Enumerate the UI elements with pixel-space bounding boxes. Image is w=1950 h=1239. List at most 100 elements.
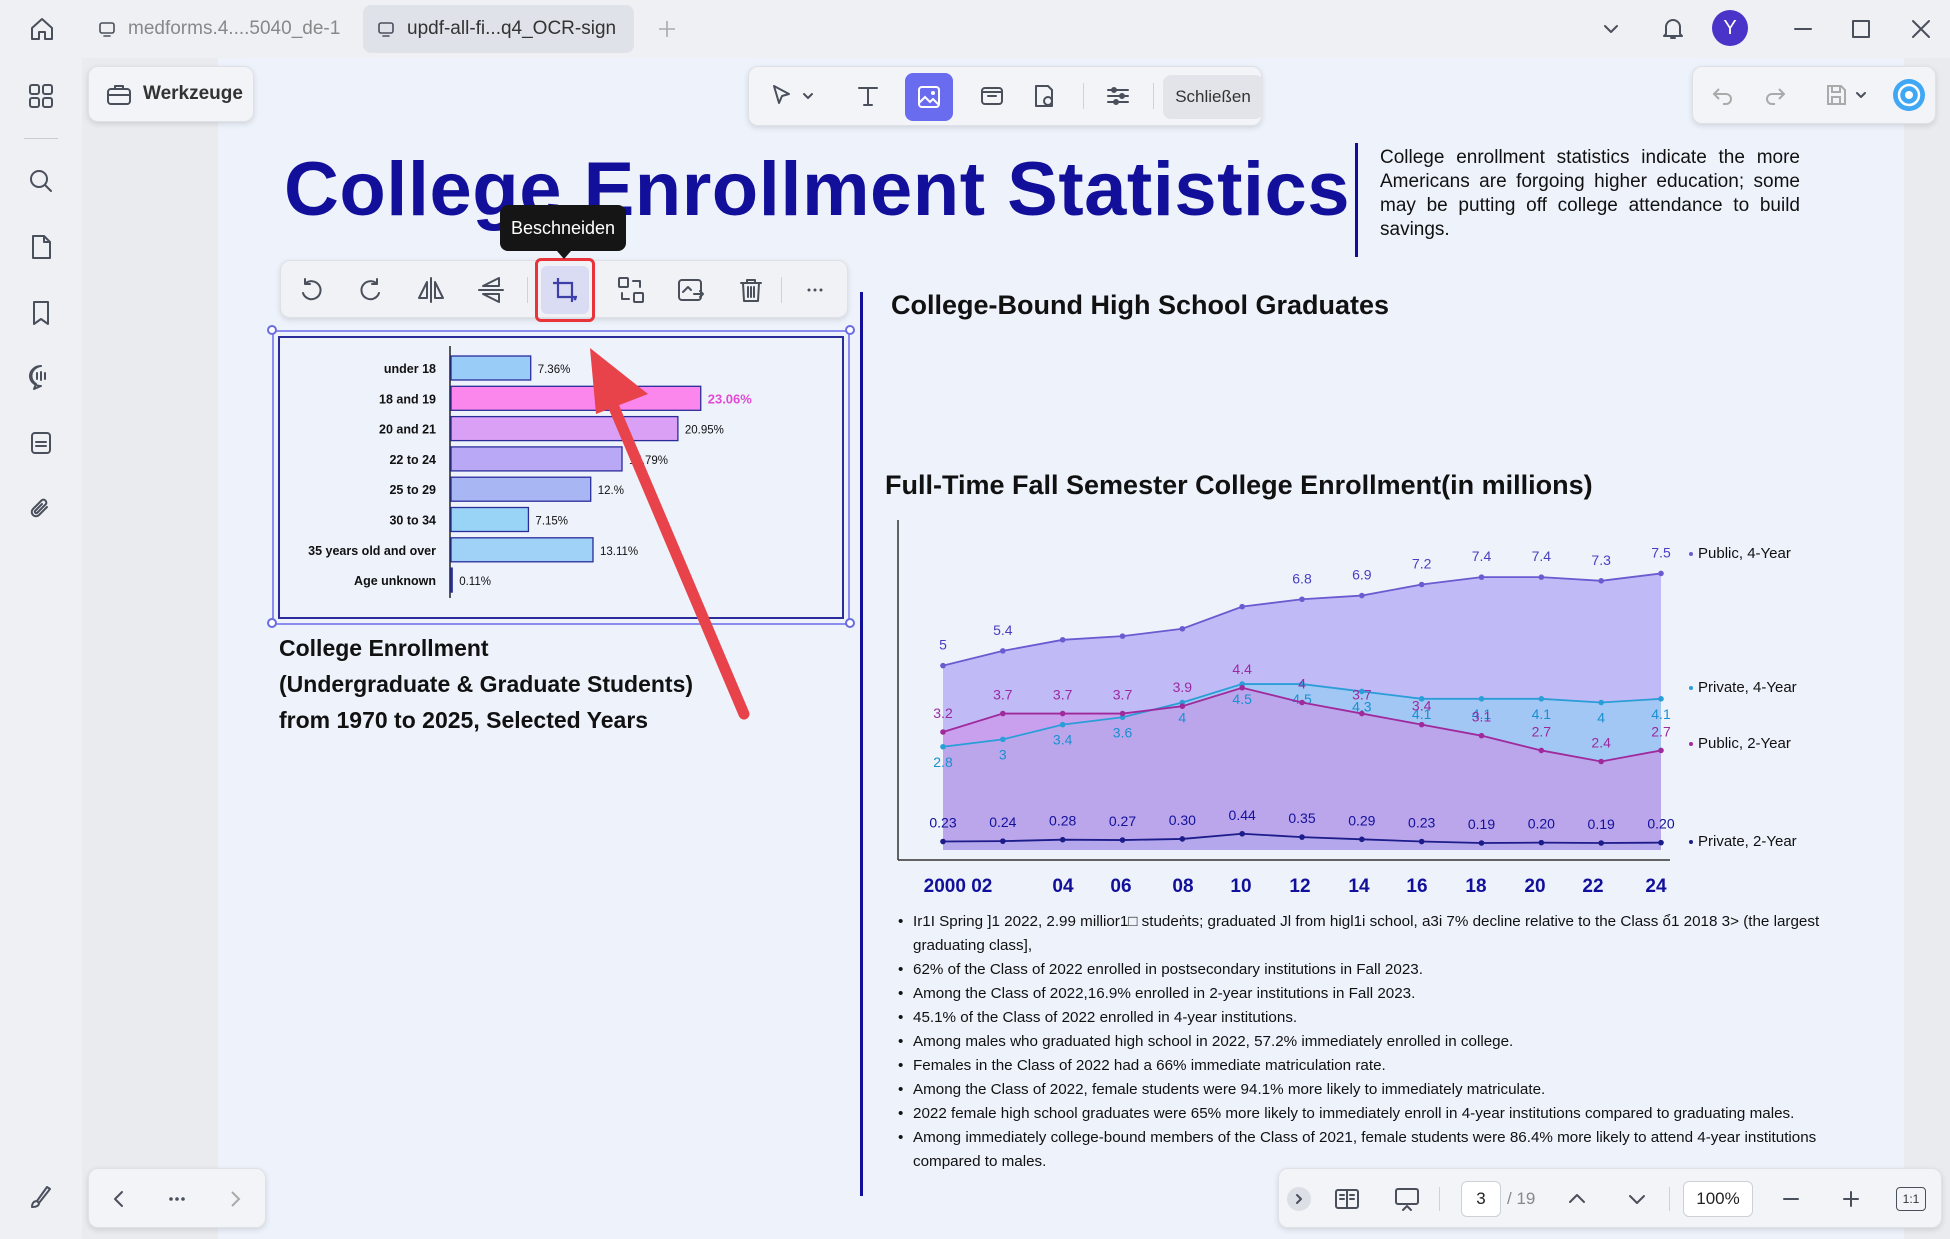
grid-icon [29, 84, 53, 108]
data-label: 4.4 [1232, 661, 1252, 677]
watermark-tool-button[interactable] [1021, 75, 1067, 117]
rotate-left-button[interactable] [289, 269, 333, 311]
presentation-button[interactable] [1387, 1179, 1427, 1219]
zoom-in-button[interactable] [1833, 1181, 1869, 1217]
undo-button[interactable] [1703, 75, 1743, 115]
tab-updf-all-files[interactable]: updf-all-fi...q4_OCR-sign [363, 5, 634, 53]
resize-handle[interactable] [845, 325, 855, 335]
data-label: 4 [1298, 676, 1306, 692]
brush-icon [31, 1186, 51, 1208]
sidebar-pages-button[interactable] [20, 226, 62, 268]
minimize-button[interactable] [1786, 12, 1820, 46]
data-point [1598, 840, 1604, 846]
data-point [1000, 838, 1006, 844]
save-button[interactable] [1817, 75, 1875, 115]
data-label: 3.4 [1053, 732, 1073, 748]
sidebar-attachments-button[interactable] [20, 488, 62, 530]
data-point [940, 662, 946, 669]
data-point [1418, 721, 1425, 728]
image-tool-button[interactable] [905, 73, 953, 121]
bar-category-label: 35 years old and over [308, 544, 436, 558]
link-tool-button[interactable] [969, 75, 1015, 117]
next-page-button[interactable] [1619, 1181, 1655, 1217]
sidebar-theme-button[interactable] [20, 1177, 62, 1219]
resize-handle[interactable] [267, 618, 277, 628]
page-layout-button[interactable] [1327, 1179, 1367, 1219]
zoom-input[interactable]: 100% [1683, 1181, 1753, 1217]
edit-toolbar: Schließen [748, 66, 1263, 126]
data-point [1059, 710, 1066, 717]
flip-horizontal-button[interactable] [409, 269, 453, 311]
text-tool-button[interactable] [845, 75, 891, 117]
maximize-button[interactable] [1844, 12, 1878, 46]
minus-icon [1783, 1198, 1799, 1200]
resize-handle[interactable] [845, 618, 855, 628]
nav-back-button[interactable] [99, 1179, 139, 1219]
data-label: 4.1 [1532, 706, 1552, 722]
trash-icon [740, 279, 762, 302]
data-point [1299, 834, 1305, 840]
redo-button[interactable] [1755, 75, 1795, 115]
select-tool-button[interactable] [761, 75, 823, 117]
data-label: 3.2 [933, 705, 953, 721]
data-point [1179, 703, 1186, 709]
data-point [1658, 839, 1664, 846]
list-item: Among males who graduated high school in… [893, 1030, 1823, 1054]
zoom-out-button[interactable] [1773, 1181, 1809, 1217]
sidebar-comments-button[interactable] [20, 356, 62, 398]
flip-vertical-button[interactable] [469, 269, 513, 311]
data-point [1000, 648, 1006, 654]
data-label: 0.19 [1588, 816, 1615, 832]
toolbox-icon [107, 85, 131, 105]
more-button[interactable] [157, 1179, 197, 1219]
sidebar-bookmarks-button[interactable] [20, 292, 62, 334]
new-tab-button[interactable] [652, 14, 682, 44]
delete-image-button[interactable] [729, 269, 773, 311]
sidebar-thumbnails-button[interactable] [20, 75, 62, 117]
data-label: 0.20 [1647, 816, 1674, 832]
tab-label: medforms.4....5040_de-1 [128, 18, 341, 39]
close-edit-button[interactable]: Schließen [1163, 75, 1263, 119]
chevron-down-icon [803, 93, 813, 99]
data-label: 6.9 [1352, 567, 1372, 583]
tab-medforms[interactable]: medforms.4....5040_de-1 [84, 5, 354, 53]
settings-tool-button[interactable] [1095, 75, 1141, 117]
intro-text: College enrollment statistics indicate t… [1380, 147, 1800, 240]
data-label: 0.30 [1169, 812, 1196, 828]
data-point [1059, 721, 1066, 728]
home-button[interactable] [22, 12, 62, 46]
x-tick-label: 22 [1582, 876, 1603, 897]
toolbar-divider [1083, 83, 1084, 109]
avatar[interactable]: Y [1712, 10, 1748, 46]
toolbar-divider [781, 277, 782, 303]
crop-button[interactable] [535, 258, 595, 322]
sidebar-stamps-button[interactable] [20, 422, 62, 464]
data-label: 0.27 [1109, 813, 1136, 829]
sidebar-search-button[interactable] [20, 160, 62, 202]
rotate-right-button[interactable] [349, 269, 393, 311]
resize-handle[interactable] [267, 325, 277, 335]
collapse-bar-button[interactable] [1287, 1187, 1311, 1211]
prev-page-button[interactable] [1559, 1181, 1595, 1217]
tabs-dropdown-button[interactable] [1596, 14, 1626, 44]
more-options-button[interactable] [793, 269, 837, 311]
redo-icon [1766, 88, 1786, 105]
replace-icon [618, 277, 644, 303]
tools-label: Werkzeuge [143, 83, 243, 104]
data-point [940, 838, 946, 845]
close-window-button[interactable] [1904, 12, 1938, 46]
bar-category-label: 18 and 19 [379, 392, 436, 406]
nav-forward-button[interactable] [215, 1179, 255, 1219]
replace-image-button[interactable] [609, 269, 653, 311]
x-tick-label: 2000 02 [924, 876, 993, 897]
rotate-right-icon [360, 278, 380, 301]
chevron-down-icon [1629, 1195, 1645, 1204]
page-number-input[interactable]: 3 [1461, 1181, 1501, 1217]
toolbar-divider [1669, 1187, 1670, 1211]
actual-size-button[interactable]: 1:1 [1891, 1181, 1931, 1217]
page-icon [32, 235, 51, 259]
ai-assistant-button[interactable] [1889, 75, 1929, 115]
tools-button[interactable]: Werkzeuge [88, 66, 254, 122]
extract-image-button[interactable] [669, 269, 713, 311]
notifications-button[interactable] [1656, 12, 1690, 46]
